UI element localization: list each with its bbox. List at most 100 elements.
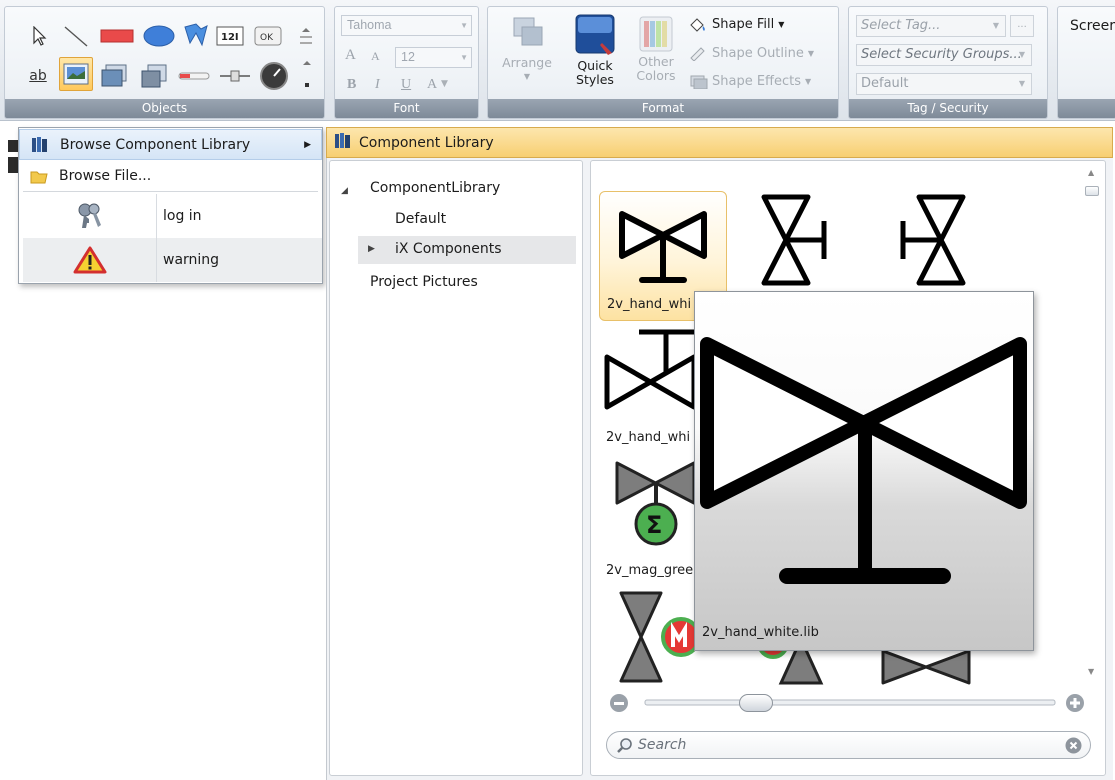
scroll-up-icon[interactable] <box>295 21 317 51</box>
component-tile[interactable]: 2v_hand_whi <box>599 327 699 452</box>
font-size-value: 12 <box>401 50 415 64</box>
shrink-font-icon[interactable]: A <box>371 49 380 64</box>
zoom-thumb[interactable] <box>738 694 773 712</box>
browse-component-library-item[interactable]: Browse Component Library ▶ <box>19 129 322 160</box>
browse-file-item[interactable]: Browse File... <box>19 160 322 191</box>
tag-security-group-label: Tag / Security <box>849 99 1047 118</box>
animated-picture-icon[interactable] <box>139 61 169 91</box>
select-tag-combo[interactable]: Select Tag... ▼ <box>856 15 1006 37</box>
screen-group-label <box>1058 99 1115 118</box>
pointer-icon[interactable] <box>25 21 55 51</box>
books-icon <box>334 132 352 154</box>
font-family-combo[interactable]: Tahoma ▼ <box>341 15 472 36</box>
linear-meter-icon[interactable] <box>177 61 211 91</box>
quick-styles-button[interactable]: Quick Styles <box>564 13 626 87</box>
scrollbar-thumb[interactable] <box>1085 186 1099 196</box>
tree-item-ix-components[interactable]: ▶ iX Components <box>358 236 576 264</box>
tag-security-group: Select Tag... ▼ ... Select Security Grou… <box>848 6 1048 119</box>
zoom-in-icon[interactable] <box>1066 694 1084 712</box>
text-tool-label: ab <box>29 68 47 84</box>
chevron-down-icon: ▼ <box>992 21 999 30</box>
default-combo[interactable]: Default ▼ <box>856 73 1032 95</box>
keys-icon <box>23 194 157 238</box>
magnetic-valve-red-icon <box>619 591 701 683</box>
scroll-up-arrow-icon[interactable]: ▲ <box>1088 168 1094 177</box>
security-groups-combo[interactable]: Select Security Groups... ▼ <box>856 44 1032 66</box>
security-groups-value: Select Security Groups... <box>861 47 1022 62</box>
bold-icon[interactable]: B <box>347 77 356 93</box>
circular-meter-icon[interactable] <box>257 59 291 93</box>
expanded-arrow-icon[interactable]: ◢ <box>341 186 348 196</box>
library-tree: ◢ ComponentLibrary Default ▶ iX Componen… <box>329 160 583 776</box>
select-tag-value: Select Tag... <box>861 18 941 33</box>
magnetic-valve-green-icon: Σ <box>615 461 696 546</box>
background-edge <box>8 140 18 152</box>
tree-item-project-pictures[interactable]: Project Pictures <box>370 274 478 290</box>
underline-icon[interactable]: U <box>401 77 411 93</box>
tree-item-default[interactable]: Default <box>395 211 446 227</box>
arrange-label: Arrange <box>502 55 552 70</box>
paint-bucket-icon <box>690 18 705 32</box>
component-label: 2v_hand_whi <box>606 430 691 445</box>
other-colors-button[interactable]: Other Colors <box>628 15 684 83</box>
picture-icon[interactable] <box>59 57 93 91</box>
component-label: 2v_mag_gree <box>606 563 694 578</box>
component-tile[interactable] <box>599 589 701 684</box>
italic-icon[interactable]: I <box>375 77 380 93</box>
grow-font-icon[interactable]: A <box>345 47 356 64</box>
text-icon[interactable]: ab <box>23 61 53 91</box>
component-tile[interactable] <box>886 191 986 291</box>
menu-separator <box>23 191 318 192</box>
scroll-down-arrow-icon[interactable]: ▼ <box>1088 667 1094 676</box>
recent-picture-log-in[interactable]: log in <box>23 194 322 238</box>
button-ok-icon[interactable]: OK <box>253 21 283 51</box>
books-icon <box>20 136 60 154</box>
font-color-dropdown-icon[interactable]: ▼ <box>441 79 448 89</box>
slider-icon[interactable] <box>217 61 253 91</box>
font-color-icon[interactable]: A <box>427 77 437 93</box>
browse-component-library-label: Browse Component Library <box>60 136 251 153</box>
component-tile[interactable] <box>751 191 851 291</box>
analog-numeric-icon[interactable]: 12I <box>215 21 245 51</box>
rectangle-icon[interactable] <box>99 21 135 51</box>
shape-outline-button[interactable]: Shape Outline ▼ <box>688 45 814 61</box>
quick-styles-label-1: Quick <box>577 58 613 73</box>
line-icon[interactable] <box>61 21 91 51</box>
zoom-slider-row <box>607 690 1087 716</box>
zoom-out-icon[interactable] <box>610 694 628 712</box>
tree-item-componentlibrary[interactable]: ComponentLibrary <box>370 180 500 196</box>
arrange-button[interactable]: Arrange ▼ <box>496 15 558 84</box>
polyline-icon[interactable] <box>181 21 211 51</box>
folder-icon <box>19 168 59 184</box>
tag-browse-button[interactable]: ... <box>1010 15 1034 37</box>
component-label: 2v_hand_whi <box>607 297 692 312</box>
hand-valve-icon <box>619 211 707 283</box>
collapsed-arrow-icon: ▶ <box>368 244 375 254</box>
component-tile[interactable]: Σ 2v_mag_gree <box>599 457 699 582</box>
zoom-track[interactable] <box>644 699 1056 706</box>
search-input[interactable]: Search <box>606 731 1091 759</box>
multi-picture-icon[interactable] <box>99 61 129 91</box>
numeric-text: 12I <box>221 32 239 43</box>
ribbon: 12I OK ab Objects Tahoma ▼ A A 12 ▼ B I … <box>0 0 1115 121</box>
warning-icon <box>23 238 157 282</box>
more-icon[interactable] <box>297 59 317 89</box>
effects-icon <box>690 75 708 89</box>
ix-components-label: iX Components <box>395 241 502 257</box>
hand-valve-vertical-icon <box>604 329 697 410</box>
chevron-down-icon: ▼ <box>1018 79 1025 88</box>
arrange-icon <box>513 17 543 46</box>
shape-effects-button[interactable]: Shape Effects ▼ <box>688 73 811 89</box>
ellipse-icon[interactable] <box>141 21 177 51</box>
clear-search-icon[interactable] <box>1065 737 1082 758</box>
other-colors-label-2: Colors <box>636 68 676 83</box>
chevron-down-icon: ▼ <box>460 53 468 62</box>
shape-fill-button[interactable]: Shape Fill ▼ <box>688 16 784 32</box>
component-library-header: Component Library <box>326 127 1113 158</box>
font-size-combo[interactable]: 12 ▼ <box>395 47 472 68</box>
tag-browse-label: ... <box>1017 19 1027 30</box>
component-grid-scrollbar[interactable]: ▲ ▼ <box>1083 168 1101 676</box>
quick-styles-icon <box>575 14 615 55</box>
objects-group: 12I OK ab Objects <box>4 6 325 119</box>
recent-picture-warning[interactable]: warning <box>23 238 322 282</box>
